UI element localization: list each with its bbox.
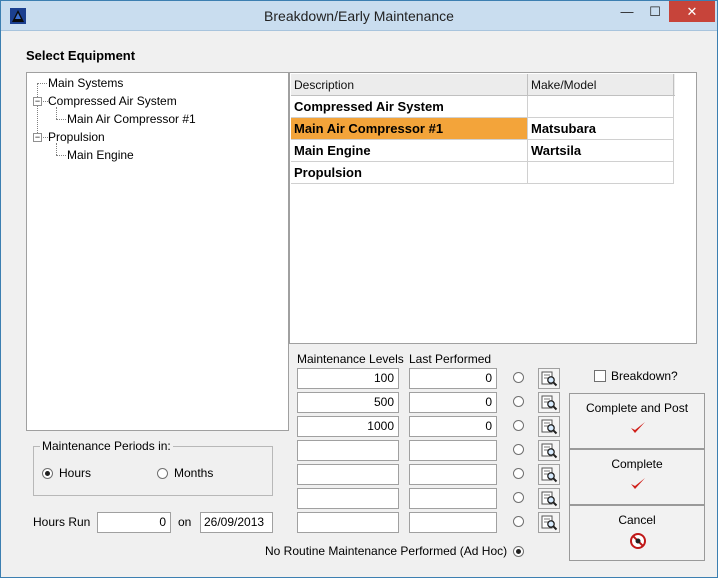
- months-label: Months: [174, 466, 214, 480]
- last-performed-field[interactable]: 0: [409, 392, 497, 413]
- tree-node-main-air-compressor[interactable]: Main Air Compressor #1: [67, 112, 196, 126]
- title-bar[interactable]: Breakdown/Early Maintenance — ☐ ✕: [1, 1, 717, 31]
- cell-description: Propulsion: [291, 162, 528, 184]
- level-field[interactable]: [297, 440, 399, 461]
- last-performed-field[interactable]: 0: [409, 368, 497, 389]
- level-field[interactable]: 100: [297, 368, 399, 389]
- tree-line: [56, 107, 57, 119]
- level-field[interactable]: [297, 488, 399, 509]
- cell-make-model: [528, 96, 674, 118]
- last-performed-field[interactable]: [409, 464, 497, 485]
- hours-run-label: Hours Run: [33, 515, 91, 529]
- tree-node-propulsion[interactable]: Propulsion: [48, 130, 105, 144]
- magnifier-icon: [541, 371, 558, 387]
- date-field[interactable]: 26/09/2013: [200, 512, 273, 533]
- lookup-button[interactable]: [538, 392, 560, 413]
- complete-and-post-label: Complete and Post: [585, 401, 689, 415]
- hours-run-field[interactable]: 0: [97, 512, 171, 533]
- hours-radio[interactable]: [42, 468, 53, 479]
- checkmark-icon: [631, 422, 645, 433]
- lookup-button[interactable]: [538, 464, 560, 485]
- select-equipment-label: Select Equipment: [26, 48, 136, 63]
- complete-and-post-button[interactable]: Complete and Post: [569, 393, 705, 449]
- breakdown-checkbox[interactable]: [594, 370, 606, 382]
- cell-make-model: Matsubara: [528, 118, 674, 140]
- cell-description: Compressed Air System: [291, 96, 528, 118]
- lookup-button[interactable]: [538, 512, 560, 533]
- tree-line: [56, 143, 57, 155]
- months-radio[interactable]: [157, 468, 168, 479]
- close-button[interactable]: ✕: [669, 1, 715, 22]
- on-label: on: [178, 515, 192, 529]
- checkmark-icon: [631, 478, 645, 489]
- magnifier-icon: [541, 443, 558, 459]
- minimize-button[interactable]: —: [613, 1, 641, 22]
- cell-make-model: Wartsila: [528, 140, 674, 162]
- tree-node-main-systems[interactable]: Main Systems: [48, 76, 123, 90]
- equipment-tree[interactable]: Main Systems − Compressed Air System Mai…: [26, 72, 289, 431]
- cancel-label: Cancel: [618, 513, 656, 527]
- level-radio[interactable]: [513, 516, 524, 527]
- magnifier-icon: [541, 467, 558, 483]
- tree-line: [37, 83, 38, 139]
- level-radio[interactable]: [513, 444, 524, 455]
- tree-line: [56, 119, 66, 120]
- maintenance-periods-title: Maintenance Periods in:: [40, 439, 173, 453]
- level-radio[interactable]: [513, 396, 524, 407]
- main-window: Breakdown/Early Maintenance — ☐ ✕ Select…: [0, 0, 718, 578]
- last-performed-field[interactable]: [409, 440, 497, 461]
- hours-label: Hours: [59, 466, 92, 480]
- lookup-button[interactable]: [538, 368, 560, 389]
- level-field[interactable]: 500: [297, 392, 399, 413]
- collapse-icon[interactable]: −: [33, 97, 42, 106]
- column-header-make-model[interactable]: Make/Model: [528, 74, 674, 96]
- level-radio[interactable]: [513, 492, 524, 503]
- last-performed-field[interactable]: 0: [409, 416, 497, 437]
- lookup-button[interactable]: [538, 440, 560, 461]
- tree-node-compressed-air-system[interactable]: Compressed Air System: [48, 94, 177, 108]
- maintenance-levels-label: Maintenance Levels: [297, 352, 404, 366]
- cell-description: Main Air Compressor #1: [291, 118, 528, 140]
- complete-label: Complete: [611, 457, 663, 471]
- ad-hoc-radio[interactable]: [513, 546, 524, 557]
- cell-description: Main Engine: [291, 140, 528, 162]
- tree-node-main-engine[interactable]: Main Engine: [67, 148, 134, 162]
- level-field[interactable]: [297, 464, 399, 485]
- breakdown-label: Breakdown?: [611, 369, 678, 383]
- lookup-button[interactable]: [538, 488, 560, 509]
- grid-header: Description Make/Model: [291, 74, 675, 96]
- last-performed-field[interactable]: [409, 488, 497, 509]
- level-field[interactable]: 1000: [297, 416, 399, 437]
- magnifier-icon: [541, 491, 558, 507]
- last-performed-label: Last Performed: [409, 352, 492, 366]
- tree-line: [37, 83, 47, 84]
- magnifier-icon: [541, 395, 558, 411]
- equipment-grid[interactable]: Description Make/Model Compressed Air Sy…: [289, 72, 697, 344]
- cell-make-model: [528, 162, 674, 184]
- magnifier-icon: [541, 515, 558, 531]
- level-radio[interactable]: [513, 420, 524, 431]
- lookup-button[interactable]: [538, 416, 560, 437]
- maximize-button[interactable]: ☐: [641, 1, 669, 22]
- complete-button[interactable]: Complete: [569, 449, 705, 505]
- collapse-icon[interactable]: −: [33, 133, 42, 142]
- ad-hoc-label: No Routine Maintenance Performed (Ad Hoc…: [265, 544, 508, 558]
- level-radio[interactable]: [513, 372, 524, 383]
- column-header-description[interactable]: Description: [291, 74, 528, 96]
- level-radio[interactable]: [513, 468, 524, 479]
- window-title: Breakdown/Early Maintenance: [264, 8, 454, 24]
- cancel-button[interactable]: Cancel: [569, 505, 705, 561]
- level-field[interactable]: [297, 512, 399, 533]
- cancel-icon: [630, 533, 646, 549]
- tree-line: [56, 155, 66, 156]
- last-performed-field[interactable]: [409, 512, 497, 533]
- magnifier-icon: [541, 419, 558, 435]
